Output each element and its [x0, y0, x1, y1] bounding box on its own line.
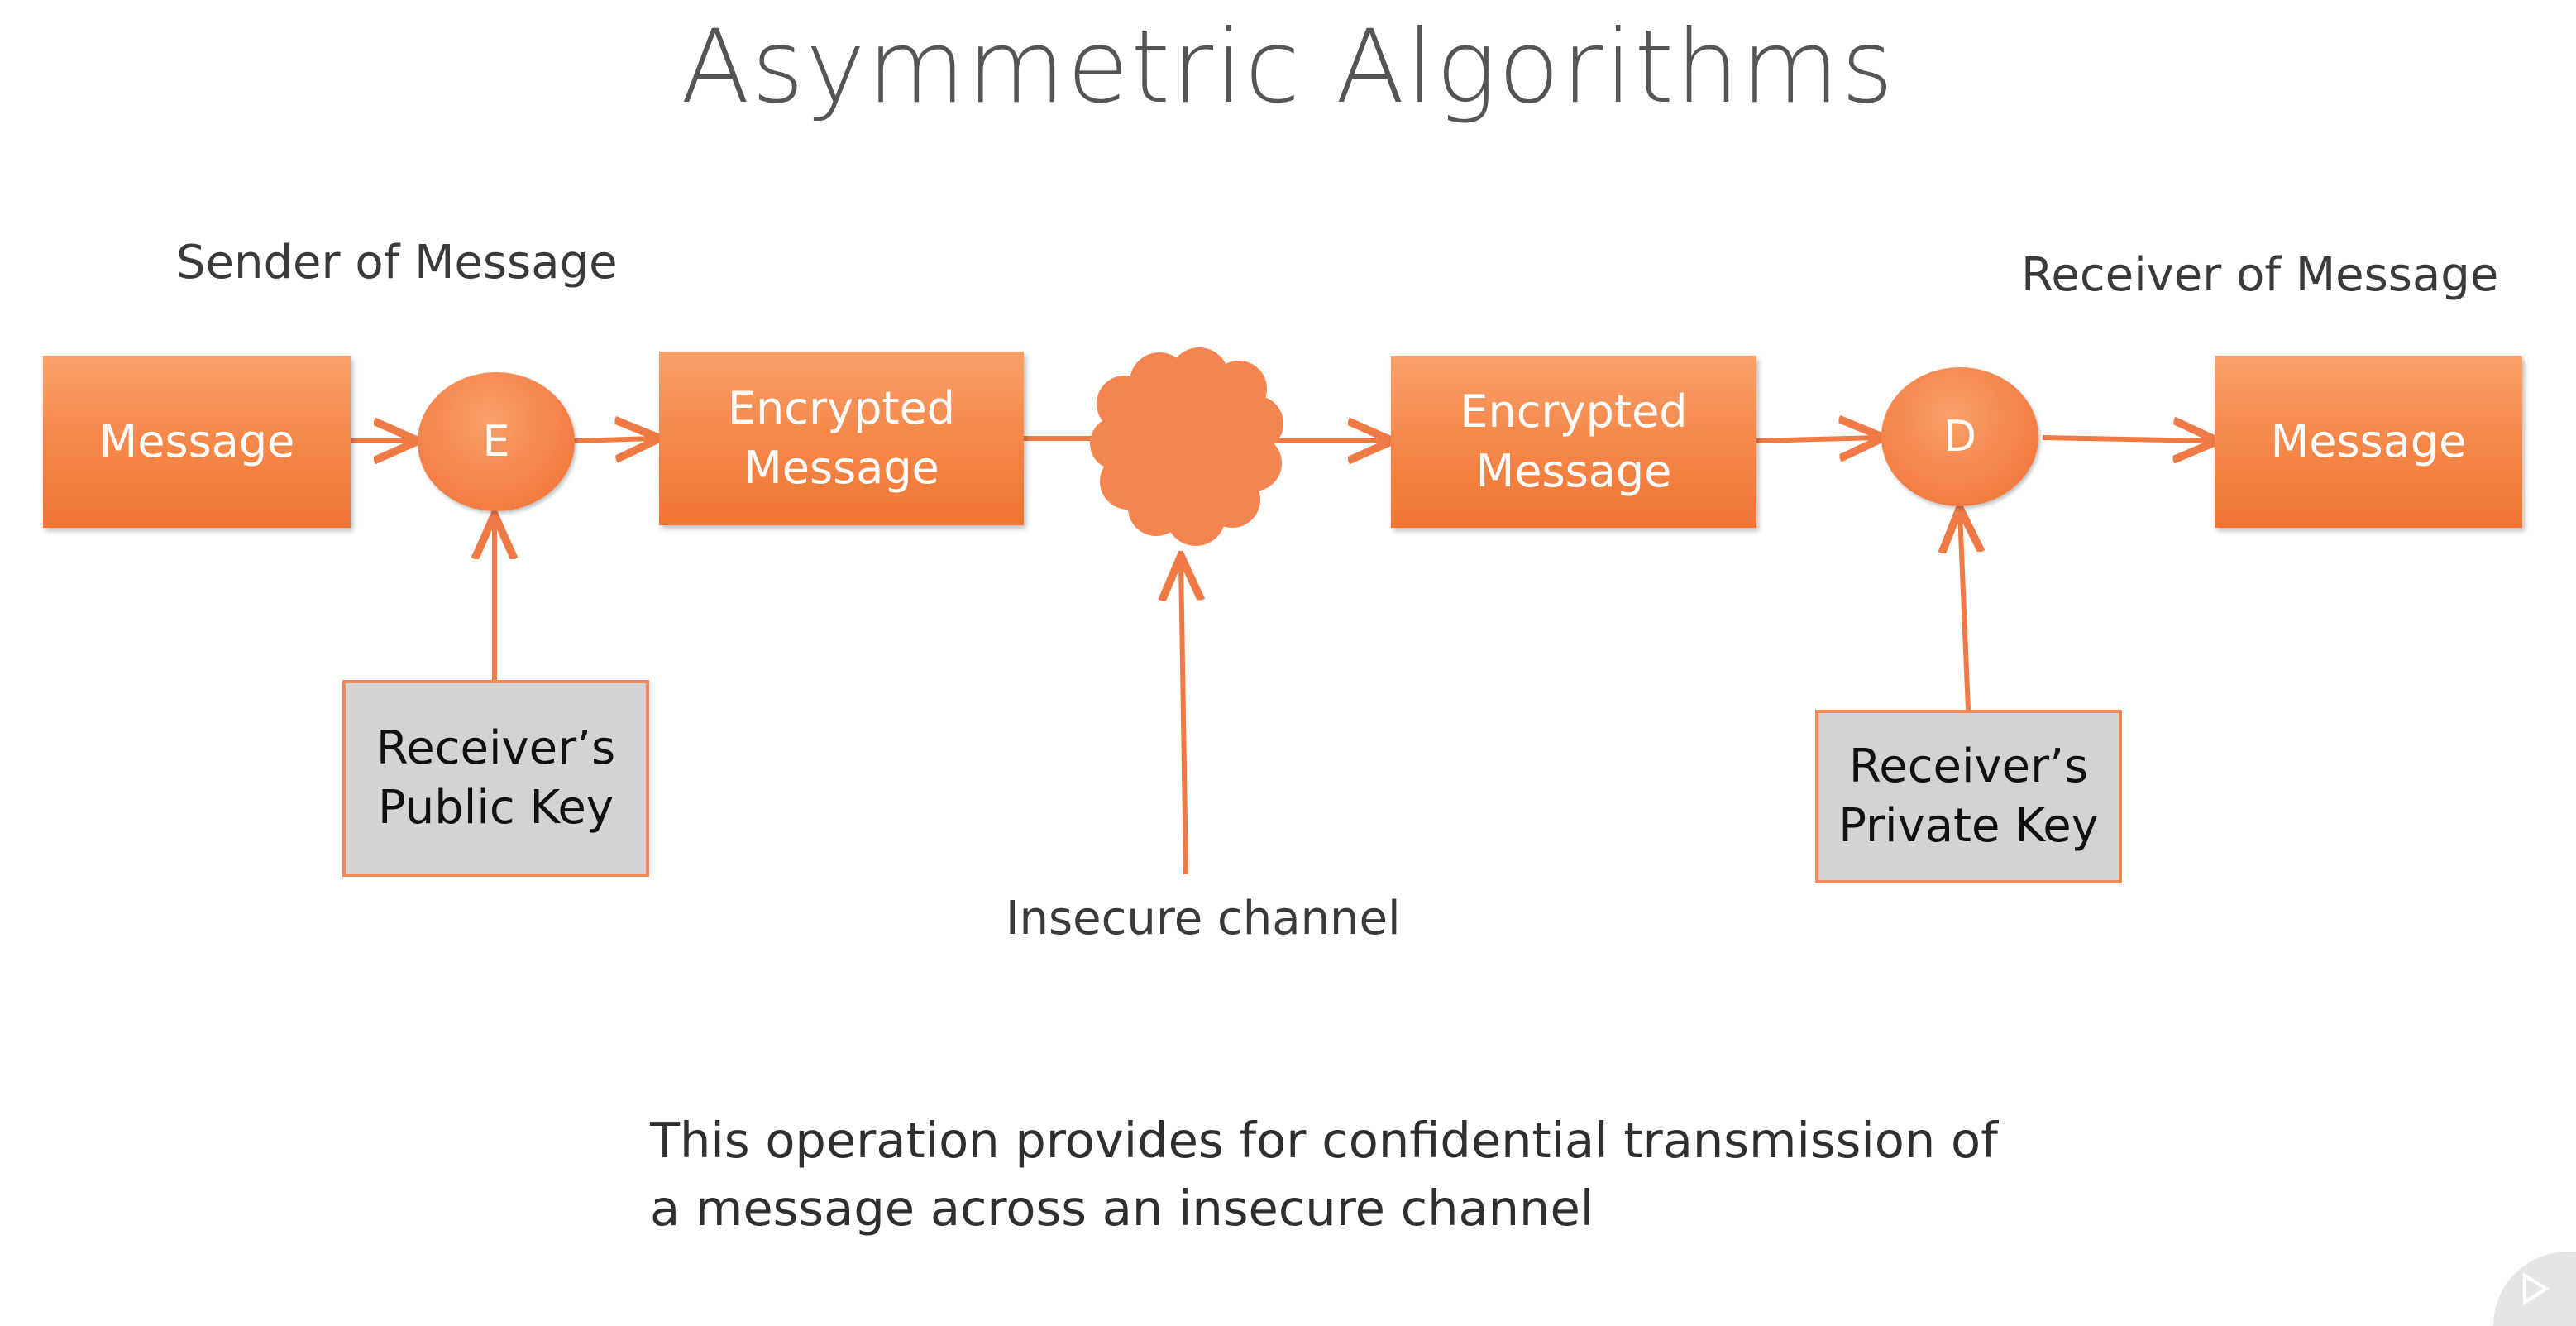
encrypt-node: E [418, 372, 575, 511]
private-key-box: Receiver’s Private Key [1815, 710, 2122, 883]
arrow-encrypted-to-d [1756, 438, 1879, 441]
play-icon [2523, 1272, 2550, 1305]
arrow-private-key-to-d [1960, 513, 1968, 711]
caption-text: This operation provides for confidential… [650, 1112, 1998, 1237]
insecure-channel-label: Insecure channel [1006, 892, 1401, 945]
public-key-box: Receiver’s Public Key [342, 680, 649, 877]
decrypt-node: D [1881, 367, 2038, 506]
arrow-e-to-encrypted [573, 438, 655, 441]
arrow-d-to-message [2042, 438, 2213, 441]
message-source-box: Message [43, 356, 351, 528]
arrow-channel-to-cloud [1181, 561, 1186, 875]
message-destination-box: Message [2215, 356, 2522, 528]
encrypted-message-box-receiver: Encrypted Message [1391, 356, 1756, 528]
encrypted-message-box-sender: Encrypted Message [659, 352, 1024, 525]
cloud-icon [1090, 347, 1283, 546]
